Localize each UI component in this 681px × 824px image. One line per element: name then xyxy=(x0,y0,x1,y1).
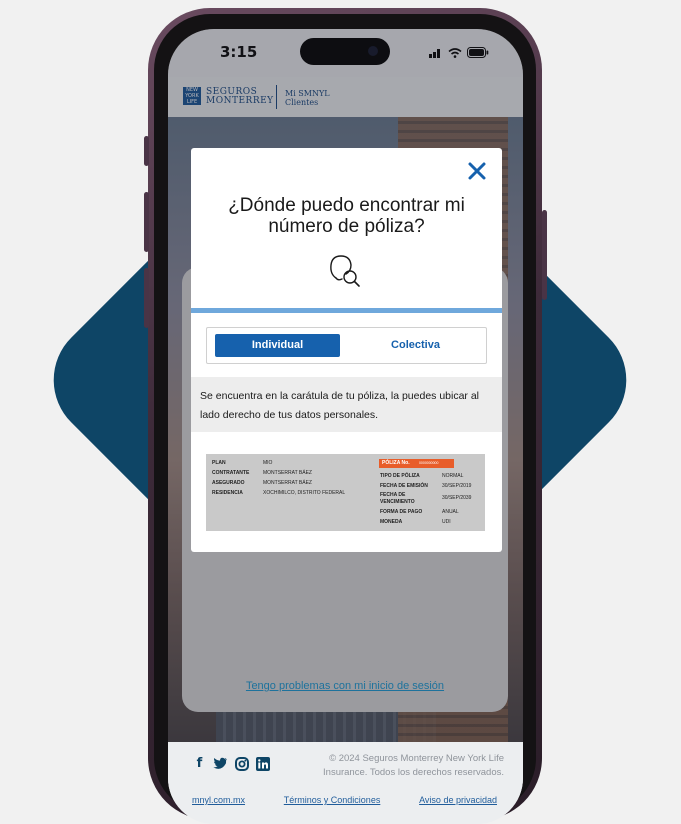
phone-side-button xyxy=(144,268,149,328)
policy-value: XOCHIMILCO, DISTRITO FEDERAL xyxy=(263,490,346,496)
instagram-icon[interactable] xyxy=(234,756,249,771)
policy-value: UDI xyxy=(442,519,451,525)
help-search-icon xyxy=(330,255,360,287)
policy-value: ANUAL xyxy=(442,509,459,515)
policy-value: NORMAL xyxy=(442,473,464,479)
copyright-text: © 2024 Seguros Monterrey New York Life I… xyxy=(323,753,504,778)
terms-link[interactable]: Términos y Condiciones xyxy=(284,795,381,805)
policy-label: FORMA DE PAGO xyxy=(380,509,423,515)
modal-title: ¿Dónde puedo encontrar mi número de póli… xyxy=(228,195,465,237)
info-band: Se encuentra en la carátula de tu póliza… xyxy=(191,377,502,432)
linkedin-icon[interactable] xyxy=(255,756,270,771)
phone-side-button xyxy=(542,210,547,300)
site-footer: f © 2024 Seguros Monterrey New York Life… xyxy=(168,742,523,824)
policy-help-modal: ¿Dónde puedo encontrar mi número de póli… xyxy=(191,148,502,552)
privacy-link[interactable]: Aviso de privacidad xyxy=(419,795,497,805)
tab-individual[interactable]: Individual xyxy=(215,334,340,357)
policy-value: 30/SEP/2039 xyxy=(442,495,472,501)
facebook-icon[interactable]: f xyxy=(192,756,207,771)
policy-label: TIPO DE PÓLIZA xyxy=(380,473,420,479)
social-links: f xyxy=(192,756,270,771)
policy-type-tabs: Individual Colectiva xyxy=(206,327,487,364)
policy-label: FECHA DE VENCIMIENTO xyxy=(380,492,415,505)
policy-number-value: 0000000000 xyxy=(418,461,439,465)
policy-label: RESIDENCIA xyxy=(212,490,243,496)
policy-value: MONTSERRAT BÁEZ xyxy=(263,470,312,476)
policy-label: ASEGURADO xyxy=(212,480,245,486)
info-text: Se encuentra en la carátula de tu póliza… xyxy=(200,390,480,421)
policy-value: 30/SEP/2019 xyxy=(442,483,472,489)
policy-number-label: PÓLIZA No. xyxy=(382,460,410,466)
site-link[interactable]: mnyl.com.mx xyxy=(192,795,245,805)
twitter-icon[interactable] xyxy=(213,756,228,771)
close-icon[interactable] xyxy=(466,160,488,182)
policy-label: FECHA DE EMISIÓN xyxy=(380,483,428,489)
tab-colectiva[interactable]: Colectiva xyxy=(353,334,478,357)
phone-side-button xyxy=(144,136,149,166)
policy-label: MONEDA xyxy=(380,519,403,525)
policy-sample-image: PLAN MIO CONTRATANTE MONTSERRAT BÁEZ ASE… xyxy=(206,454,485,531)
phone-side-button xyxy=(144,192,149,252)
policy-label: CONTRATANTE xyxy=(212,470,250,476)
policy-number-highlight: PÓLIZA No. 0000000000 xyxy=(379,459,454,468)
policy-value: MONTSERRAT BÁEZ xyxy=(263,480,312,486)
policy-value: MIO xyxy=(263,460,273,466)
footer-links: mnyl.com.mx Términos y Condiciones Aviso… xyxy=(192,795,497,805)
modal-divider xyxy=(191,308,502,313)
policy-label: PLAN xyxy=(212,460,226,466)
